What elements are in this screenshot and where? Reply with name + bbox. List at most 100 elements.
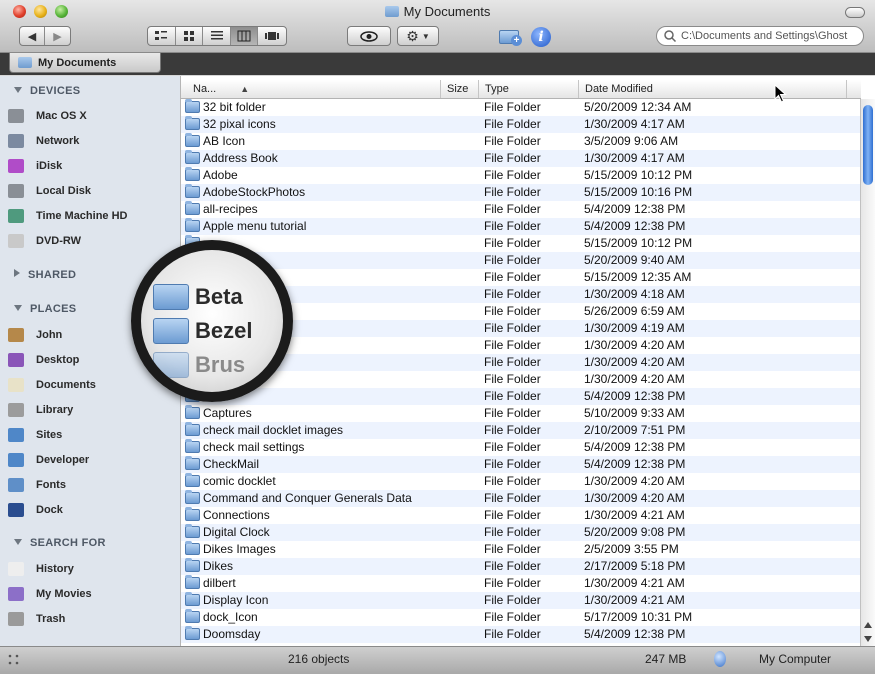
scroll-down-arrow-icon[interactable]	[864, 636, 872, 642]
file-name: check mail settings	[203, 440, 305, 454]
magnified-row: Beta	[153, 280, 243, 314]
globe-icon	[8, 134, 24, 148]
sidebar-item-label: Documents	[36, 379, 96, 391]
status-bar: 216 objects 247 MB My Computer	[0, 646, 875, 674]
toolbar-toggle-button[interactable]	[845, 7, 865, 18]
sidebar-item-library[interactable]: Library	[8, 401, 73, 419]
info-button[interactable]: i	[531, 27, 551, 47]
sidebar-item-dvd-rw[interactable]: DVD-RW	[8, 232, 81, 250]
table-row[interactable]: check mail docklet images File Folder 2/10…	[181, 422, 861, 439]
table-row[interactable]: check mail settings File Folder 5/4/2009 1…	[181, 439, 861, 456]
sidebar-item-sites[interactable]: Sites	[8, 426, 62, 444]
table-row[interactable]: rianFile Folder5/20/2009 9:40 AM	[181, 252, 861, 269]
table-row[interactable]: Display Icon File Folder 1/30/2009 4:21 AM	[181, 592, 861, 609]
back-button[interactable]: ◀	[20, 27, 46, 45]
search-field[interactable]	[656, 26, 864, 46]
table-row[interactable]: Apple menu tutorial File Folder 5/4/2009 1…	[181, 218, 861, 235]
table-row[interactable]: Command and Conquer Generals Data File Fo…	[181, 490, 861, 507]
file-name: CheckMail	[203, 457, 260, 471]
file-date-modified: 5/4/2009 12:38 PM	[584, 219, 686, 233]
sidebar-item-mac-os-x[interactable]: Mac OS X	[8, 107, 87, 125]
forward-button[interactable]: ▶	[45, 27, 70, 45]
view-coverflow-button[interactable]	[258, 27, 286, 45]
sidebar-item-john[interactable]: John	[8, 326, 62, 344]
table-row[interactable]: AB Icon File Folder 3/5/2009 9:06 AM	[181, 133, 861, 150]
file-name: all-recipes	[203, 202, 258, 216]
table-row[interactable]: all-recipes File Folder 5/4/2009 12:38 PM	[181, 201, 861, 218]
sidebar-item-network[interactable]: Network	[8, 132, 79, 150]
file-type: File Folder	[484, 440, 541, 454]
sidebar-item-time-machine-hd[interactable]: Time Machine HD	[8, 207, 128, 225]
table-row[interactable]: CheckMail File Folder 5/4/2009 12:38 PM	[181, 456, 861, 473]
sidebar-item-my-movies[interactable]: My Movies	[8, 585, 92, 603]
tab-my-documents[interactable]: My Documents	[9, 53, 161, 73]
sidebar-item-documents[interactable]: Documents	[8, 376, 96, 394]
table-row[interactable]: dock_Icon File Folder 5/17/2009 10:31 PM	[181, 609, 861, 626]
sidebar-section-shared[interactable]: SHARED	[14, 269, 76, 281]
file-name: Captures	[203, 406, 252, 420]
folder-icon	[18, 57, 32, 68]
sidebar-item-developer[interactable]: Developer	[8, 451, 89, 469]
table-row[interactable]: File Folder 5/4/2009 12:38 PM	[181, 388, 861, 405]
search-input[interactable]	[681, 30, 861, 42]
table-row[interactable]: Dikes File Folder 2/17/2009 5:18 PM	[181, 558, 861, 575]
idisk-icon	[8, 159, 24, 173]
table-row[interactable]: Captures File Folder 5/10/2009 9:33 AM	[181, 405, 861, 422]
sidebar-item-fonts[interactable]: Fonts	[8, 476, 66, 494]
table-row[interactable]: Doomsday File Folder 5/4/2009 12:38 PM	[181, 626, 861, 643]
folder-icon	[185, 133, 200, 147]
file-type: File Folder	[484, 270, 541, 284]
folder-icon	[185, 473, 200, 487]
disclosure-down-icon	[14, 539, 22, 545]
action-menu-button[interactable]: ⚙ ▼	[397, 26, 439, 46]
table-row[interactable]: comic docklet File Folder 1/30/2009 4:20 A…	[181, 473, 861, 490]
column-header-type[interactable]: Type	[479, 80, 579, 98]
file-date-modified: 1/30/2009 4:18 AM	[584, 287, 685, 301]
file-name: 32 pixal icons	[203, 117, 276, 131]
column-header-name[interactable]: Na... ▲	[181, 80, 441, 98]
sidebar-item-trash[interactable]: Trash	[8, 610, 65, 628]
table-row[interactable]: Adobe File Folder 5/15/2009 10:12 PM	[181, 167, 861, 184]
sidebar-section-devices[interactable]: DEVICES	[14, 85, 80, 97]
sidebar-item-local-disk[interactable]: Local Disk	[8, 182, 91, 200]
view-columns-button[interactable]	[230, 27, 259, 45]
column-header-date-modified[interactable]: Date Modified	[579, 80, 847, 98]
magnifier-lens[interactable]: Beta Bezel Brus	[131, 240, 293, 402]
table-row[interactable]: Connections File Folder 1/30/2009 4:21 AM	[181, 507, 861, 524]
view-icons-button[interactable]	[176, 27, 204, 45]
file-type: File Folder	[484, 576, 541, 590]
sidebar-section-places[interactable]: PLACES	[14, 303, 76, 315]
scrollbar-thumb[interactable]	[863, 105, 873, 185]
table-row[interactable]: Digital Clock File Folder 5/20/2009 9:08 P…	[181, 524, 861, 541]
table-row[interactable]: Dikes Images File Folder 2/5/2009 3:55 PM	[181, 541, 861, 558]
new-folder-button[interactable]: +	[499, 27, 523, 47]
table-row[interactable]: File Folder 1/30/2009 4:20 AM	[181, 371, 861, 388]
column-header-size[interactable]: Size	[441, 80, 479, 98]
file-date-modified: 2/10/2009 7:51 PM	[584, 423, 686, 437]
table-row[interactable]: File Folder 5/15/2009 10:12 PM	[181, 235, 861, 252]
sidebar-item-dock[interactable]: Dock	[8, 501, 63, 519]
table-row[interactable]: dilbert File Folder 1/30/2009 4:21 AM	[181, 575, 861, 592]
folder-icon	[185, 524, 200, 538]
table-row[interactable]: 32 bit folder File Folder 5/20/2009 12:34 …	[181, 99, 861, 116]
grip-icon[interactable]	[7, 653, 21, 667]
sidebar-section-search-for[interactable]: SEARCH FOR	[14, 537, 106, 549]
view-list-button[interactable]	[203, 27, 231, 45]
sidebar-item-desktop[interactable]: Desktop	[8, 351, 79, 369]
folder-icon	[185, 422, 200, 436]
info-icon: i	[538, 29, 544, 45]
vertical-scrollbar[interactable]	[860, 99, 875, 646]
sidebar-item-history[interactable]: History	[8, 560, 74, 578]
resize-grip-icon[interactable]	[259, 368, 279, 388]
table-row[interactable]: AdobeStockPhotos File Folder 5/15/2009 10:…	[181, 184, 861, 201]
item-count: 216 objects	[288, 652, 350, 666]
view-list-icons-button[interactable]	[148, 27, 176, 45]
disclosure-right-icon	[14, 269, 20, 277]
table-row[interactable]: Address Book File Folder 1/30/2009 4:17 AM	[181, 150, 861, 167]
table-row[interactable]: 32 pixal icons File Folder 1/30/2009 4:17 …	[181, 116, 861, 133]
scroll-up-arrow-icon[interactable]	[864, 622, 872, 628]
file-name: AdobeStockPhotos	[203, 185, 306, 199]
quick-look-button[interactable]	[347, 26, 391, 46]
sidebar-item-idisk[interactable]: iDisk	[8, 157, 62, 175]
documents-icon	[8, 378, 24, 392]
